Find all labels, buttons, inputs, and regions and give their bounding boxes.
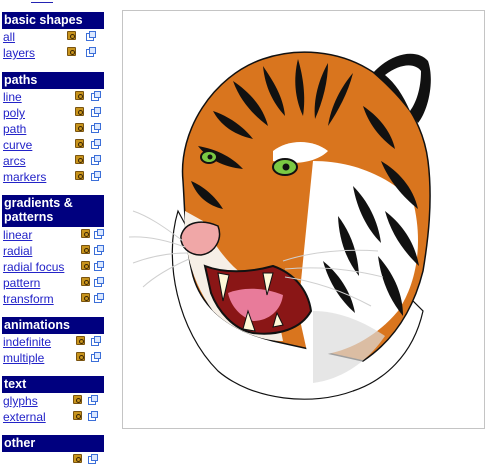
view-source-icon[interactable] <box>67 31 76 40</box>
open-external-icon[interactable] <box>91 352 101 362</box>
svg-preview-canvas <box>122 10 485 429</box>
open-external-icon[interactable] <box>91 139 101 149</box>
link-external[interactable]: external <box>3 410 46 424</box>
section-basic-shapes: basic shapes all layers <box>2 12 104 61</box>
open-external-icon[interactable] <box>94 261 104 271</box>
open-external-icon[interactable] <box>94 277 104 287</box>
list-item: radial focus <box>2 259 104 275</box>
list-item: indefinite <box>2 334 104 350</box>
open-external-icon[interactable] <box>91 91 101 101</box>
list-item: poly <box>2 105 104 121</box>
view-source-icon[interactable] <box>76 352 85 361</box>
view-source-icon[interactable] <box>81 293 90 302</box>
top-link-stub[interactable] <box>31 0 53 3</box>
view-source-icon[interactable] <box>75 91 84 100</box>
view-source-icon[interactable] <box>75 171 84 180</box>
open-external-icon[interactable] <box>91 336 101 346</box>
list-item: arcs <box>2 153 104 169</box>
list-item: layers <box>2 45 104 61</box>
link-curve[interactable]: curve <box>3 138 32 152</box>
open-external-icon[interactable] <box>94 245 104 255</box>
list-item: radial <box>2 243 104 259</box>
list-item: line <box>2 89 104 105</box>
open-external-icon[interactable] <box>94 229 104 239</box>
open-external-icon[interactable] <box>86 31 96 41</box>
open-external-icon[interactable] <box>91 107 101 117</box>
open-external-icon[interactable] <box>88 395 98 405</box>
list-item: external <box>2 409 104 425</box>
view-source-icon[interactable] <box>73 454 82 463</box>
link-all[interactable]: all <box>3 30 15 44</box>
link-radial-focus[interactable]: radial focus <box>3 260 64 274</box>
view-source-icon[interactable] <box>67 47 76 56</box>
section-gradients-patterns: gradients & patterns linear radial radia… <box>2 195 104 307</box>
section-other: other <box>2 435 104 468</box>
view-source-icon[interactable] <box>81 261 90 270</box>
open-external-icon[interactable] <box>94 293 104 303</box>
list-item: all <box>2 29 104 45</box>
view-source-icon[interactable] <box>81 277 90 286</box>
section-header: basic shapes <box>2 12 104 29</box>
list-item: path <box>2 121 104 137</box>
section-paths: paths line poly path curve arcs markers <box>2 72 104 185</box>
section-header: gradients & patterns <box>2 195 104 227</box>
link-layers[interactable]: layers <box>3 46 35 60</box>
tiger-illustration <box>128 51 431 400</box>
link-markers[interactable]: markers <box>3 170 46 184</box>
list-item: transform <box>2 291 104 307</box>
view-source-icon[interactable] <box>75 155 84 164</box>
link-radial[interactable]: radial <box>3 244 32 258</box>
link-line[interactable]: line <box>3 90 22 104</box>
link-multiple[interactable]: multiple <box>3 351 44 365</box>
list-item: pattern <box>2 275 104 291</box>
view-source-icon[interactable] <box>73 395 82 404</box>
list-item: curve <box>2 137 104 153</box>
list-item: glyphs <box>2 393 104 409</box>
link-glyphs[interactable]: glyphs <box>3 394 38 408</box>
section-animations: animations indefinite multiple <box>2 317 104 366</box>
section-header: animations <box>2 317 104 334</box>
list-item <box>2 452 104 468</box>
view-source-icon[interactable] <box>81 245 90 254</box>
link-transform[interactable]: transform <box>3 292 54 306</box>
link-indefinite[interactable]: indefinite <box>3 335 51 349</box>
view-source-icon[interactable] <box>76 336 85 345</box>
view-source-icon[interactable] <box>75 107 84 116</box>
link-linear[interactable]: linear <box>3 228 32 242</box>
open-external-icon[interactable] <box>88 411 98 421</box>
section-header: text <box>2 376 104 393</box>
open-external-icon[interactable] <box>86 47 96 57</box>
open-external-icon[interactable] <box>91 123 101 133</box>
link-pattern[interactable]: pattern <box>3 276 40 290</box>
view-source-icon[interactable] <box>81 229 90 238</box>
view-source-icon[interactable] <box>73 411 82 420</box>
tiger-pupil-right <box>282 163 290 171</box>
view-source-icon[interactable] <box>75 139 84 148</box>
open-external-icon[interactable] <box>91 155 101 165</box>
list-item: multiple <box>2 350 104 366</box>
open-external-icon[interactable] <box>91 171 101 181</box>
tiger-pupil-left <box>207 154 213 160</box>
section-header: paths <box>2 72 104 89</box>
list-item: markers <box>2 169 104 185</box>
link-path[interactable]: path <box>3 122 26 136</box>
section-header: other <box>2 435 104 452</box>
list-item: linear <box>2 227 104 243</box>
view-source-icon[interactable] <box>75 123 84 132</box>
sidebar-nav: basic shapes all layers paths line poly … <box>0 0 108 464</box>
link-arcs[interactable]: arcs <box>3 154 26 168</box>
open-external-icon[interactable] <box>88 454 98 464</box>
link-poly[interactable]: poly <box>3 106 25 120</box>
section-text: text glyphs external <box>2 376 104 425</box>
